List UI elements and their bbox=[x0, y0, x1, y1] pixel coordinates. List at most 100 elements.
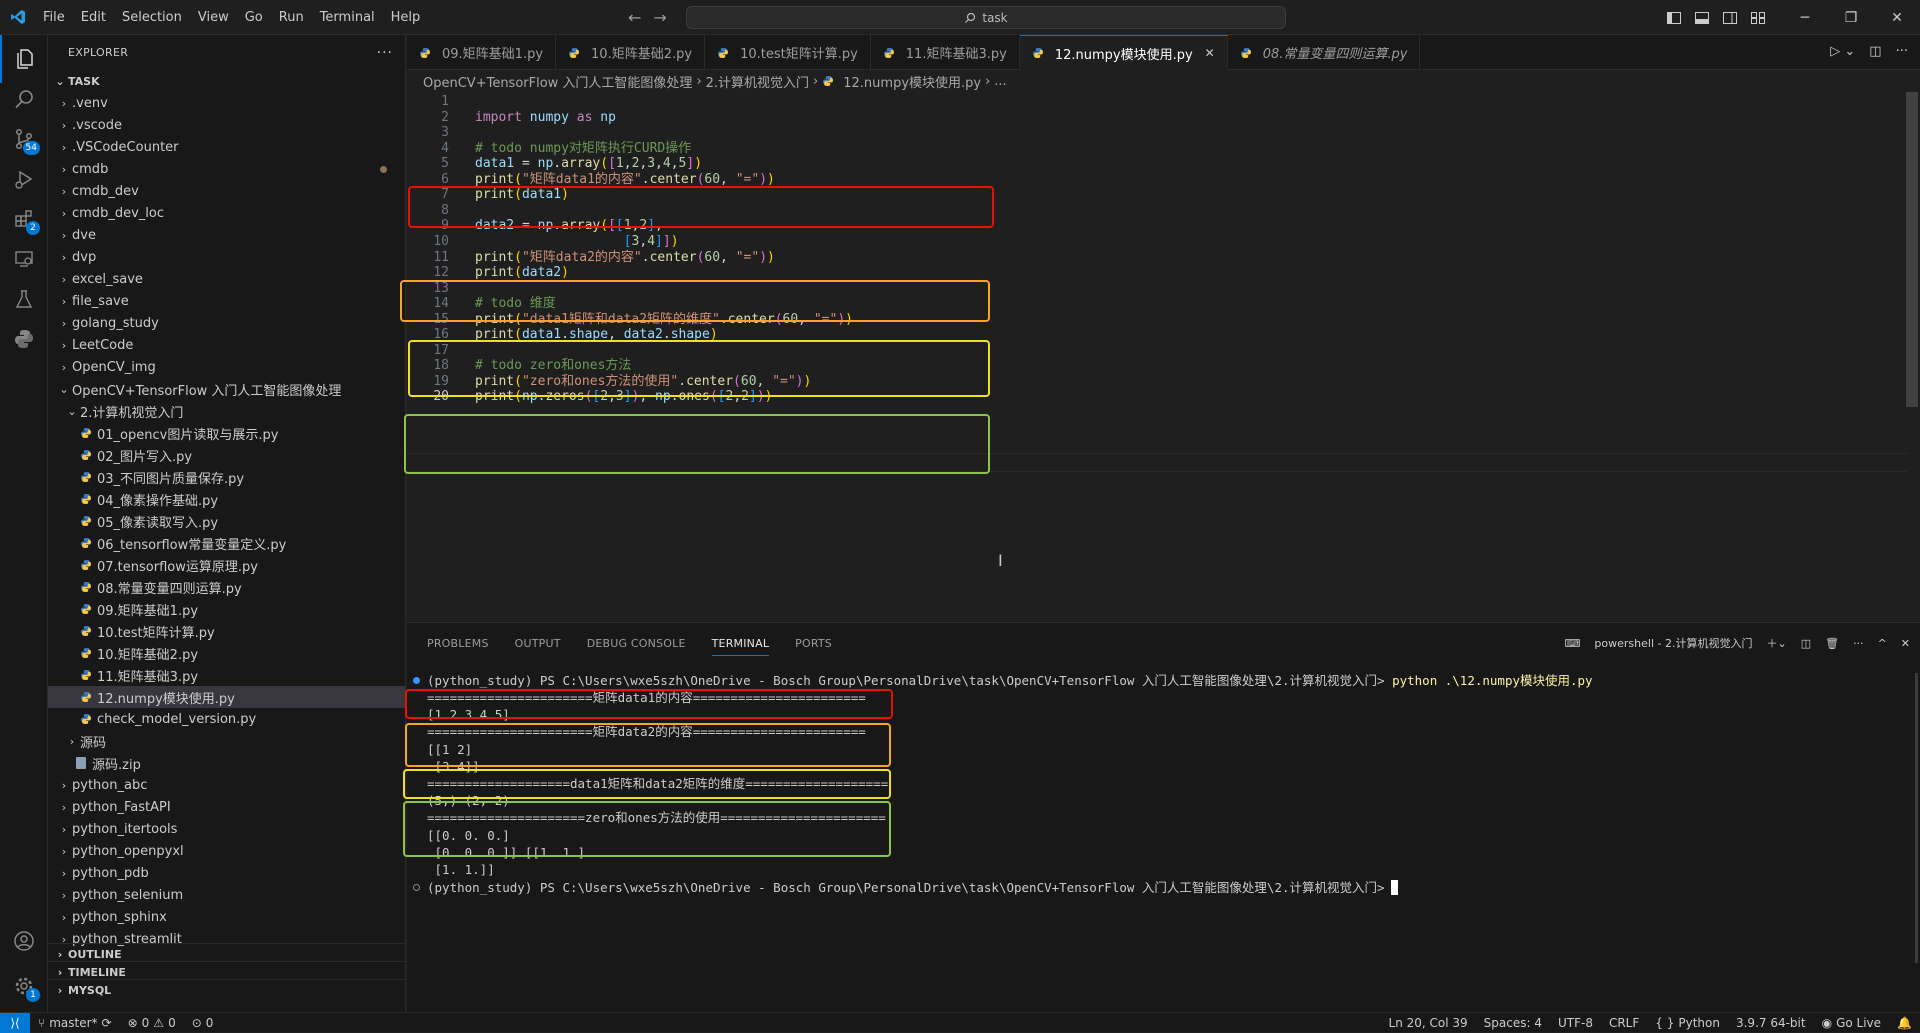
folder-item[interactable]: › dvp bbox=[48, 246, 405, 268]
menu-go[interactable]: Go bbox=[237, 0, 271, 35]
notifications-bell-icon[interactable]: 🔔 bbox=[1889, 1016, 1920, 1030]
folder-item[interactable]: › cmdb_dev bbox=[48, 180, 405, 202]
file-item[interactable]: 02_图片写入.py bbox=[48, 444, 405, 466]
more-actions-icon[interactable]: ··· bbox=[377, 45, 393, 61]
file-item[interactable]: 08.常量变量四则运算.py bbox=[48, 576, 405, 598]
folder-item[interactable]: › dve bbox=[48, 224, 405, 246]
account-icon[interactable] bbox=[0, 917, 48, 965]
file-item[interactable]: 03_不同图片质量保存.py bbox=[48, 466, 405, 488]
run-python-file-icon[interactable]: ▷ ⌄ bbox=[1830, 44, 1855, 59]
folder-item[interactable]: › LeetCode bbox=[48, 334, 405, 356]
folder-item[interactable]: › .VSCodeCounter bbox=[48, 136, 405, 158]
editor-tab[interactable]: 10.矩阵基础2.py bbox=[556, 35, 706, 70]
cursor-position[interactable]: Ln 20, Col 39 bbox=[1381, 1016, 1476, 1030]
folder-item[interactable]: › cmdb bbox=[48, 158, 405, 180]
restore-icon[interactable]: ❐ bbox=[1828, 0, 1874, 35]
editor-tab[interactable]: 08.常量变量四则运算.py bbox=[1228, 35, 1421, 70]
folder-item[interactable]: › python_pdb bbox=[48, 862, 405, 884]
ports-indicator[interactable]: ⊙ 0 bbox=[184, 1016, 222, 1030]
problems-indicator[interactable]: ⊗ 0 ⚠ 0 bbox=[120, 1016, 184, 1030]
close-window-icon[interactable]: ✕ bbox=[1874, 0, 1920, 35]
kill-terminal-icon[interactable]: 🗑 bbox=[1825, 637, 1839, 650]
file-item[interactable]: 12.numpy模块使用.py bbox=[48, 686, 405, 708]
folder-item[interactable]: › cmdb_dev_loc bbox=[48, 202, 405, 224]
terminal-scrollbar[interactable] bbox=[1915, 673, 1918, 963]
folder-item[interactable]: › python_FastAPI bbox=[48, 796, 405, 818]
editor-scrollbar[interactable] bbox=[1906, 92, 1918, 407]
remote-indicator-icon[interactable]: ⟩⟨ bbox=[0, 1012, 30, 1033]
maximize-panel-icon[interactable]: ^ bbox=[1878, 637, 1887, 650]
file-item[interactable]: 06_tensorflow常量变量定义.py bbox=[48, 532, 405, 554]
breadcrumb-item[interactable]: 12.numpy模块使用.py bbox=[843, 72, 981, 91]
file-item[interactable]: 01_opencv图片读取与展示.py bbox=[48, 422, 405, 444]
file-item[interactable]: 09.矩阵基础1.py bbox=[48, 598, 405, 620]
editor-tab[interactable]: 12.numpy模块使用.py ✕ bbox=[1019, 35, 1228, 70]
line-ending[interactable]: CRLF bbox=[1601, 1016, 1647, 1030]
menu-run[interactable]: Run bbox=[271, 0, 312, 35]
file-item[interactable]: 07.tensorflow运算原理.py bbox=[48, 554, 405, 576]
folder-item[interactable]: › python_abc bbox=[48, 774, 405, 796]
panel-tab-problems[interactable]: PROBLEMS bbox=[427, 637, 489, 650]
folder-item[interactable]: › python_itertools bbox=[48, 818, 405, 840]
python-interpreter[interactable]: 3.9.7 64-bit bbox=[1728, 1016, 1814, 1030]
file-item[interactable]: 源码.zip bbox=[48, 752, 405, 774]
folder-item[interactable]: › excel_save bbox=[48, 268, 405, 290]
editor-tab[interactable]: 11.矩阵基础3.py bbox=[871, 35, 1020, 70]
git-branch[interactable]: ⑂ master* ⟳ bbox=[30, 1016, 120, 1030]
panel-tab-debug-console[interactable]: DEBUG CONSOLE bbox=[587, 637, 686, 650]
minimize-icon[interactable]: ─ bbox=[1782, 0, 1828, 35]
split-terminal-icon[interactable]: ◫ bbox=[1801, 637, 1811, 650]
toggle-panel-icon[interactable] bbox=[1690, 0, 1714, 35]
folder-item[interactable]: › python_selenium bbox=[48, 884, 405, 906]
folder-item[interactable]: › file_save bbox=[48, 290, 405, 312]
folder-item[interactable]: › .venv bbox=[48, 92, 405, 114]
indentation[interactable]: Spaces: 4 bbox=[1476, 1016, 1550, 1030]
more-actions-icon[interactable]: ··· bbox=[1853, 637, 1864, 650]
breadcrumb-item[interactable]: ... bbox=[994, 74, 1006, 89]
folder-item[interactable]: ⌄ 2.计算机视觉入门 bbox=[48, 400, 405, 422]
menu-help[interactable]: Help bbox=[383, 0, 429, 35]
command-center-search[interactable]: task bbox=[686, 6, 1286, 29]
folder-item[interactable]: ⌄ OpenCV+TensorFlow 入门人工智能图像处理 bbox=[48, 378, 405, 400]
go-live[interactable]: ◉ Go Live bbox=[1814, 1016, 1889, 1030]
mysql-section[interactable]: › MYSQL bbox=[48, 979, 406, 1001]
folder-item[interactable]: › 源码 bbox=[48, 730, 405, 752]
back-arrow-icon[interactable]: ← bbox=[628, 8, 641, 27]
folder-item[interactable]: › python_openpyxl bbox=[48, 840, 405, 862]
new-terminal-icon[interactable]: ＋⌄ bbox=[1766, 635, 1786, 651]
folder-item[interactable]: › .vscode bbox=[48, 114, 405, 136]
toggle-secondary-sidebar-icon[interactable] bbox=[1718, 0, 1742, 35]
panel-tab-output[interactable]: OUTPUT bbox=[515, 637, 561, 650]
settings-gear-icon[interactable]: 1 bbox=[0, 962, 48, 1010]
folder-item[interactable]: › golang_study bbox=[48, 312, 405, 334]
toggle-sidebar-icon[interactable] bbox=[1662, 0, 1686, 35]
panel-tab-terminal[interactable]: TERMINAL bbox=[711, 637, 770, 656]
editor-tab[interactable]: 10.test矩阵计算.py bbox=[705, 35, 871, 70]
close-tab-icon[interactable]: ✕ bbox=[1205, 46, 1215, 60]
more-actions-icon[interactable]: ··· bbox=[1896, 44, 1908, 59]
file-item[interactable]: 11.矩阵基础3.py bbox=[48, 664, 405, 686]
workspace-root[interactable]: ⌄ TASK bbox=[48, 70, 405, 92]
menu-edit[interactable]: Edit bbox=[73, 0, 114, 35]
file-item[interactable]: check_model_version.py bbox=[48, 708, 405, 730]
forward-arrow-icon[interactable]: → bbox=[653, 8, 666, 27]
file-item[interactable]: 10.test矩阵计算.py bbox=[48, 620, 405, 642]
customize-layout-icon[interactable] bbox=[1746, 0, 1770, 35]
editor-tab[interactable]: 09.矩阵基础1.py bbox=[407, 35, 557, 70]
menu-terminal[interactable]: Terminal bbox=[312, 0, 383, 35]
panel-tab-ports[interactable]: PORTS bbox=[795, 637, 832, 650]
encoding[interactable]: UTF-8 bbox=[1550, 1016, 1601, 1030]
python-icon[interactable] bbox=[0, 315, 48, 363]
terminal-name[interactable]: powershell - 2.计算机视觉入门 bbox=[1594, 635, 1752, 651]
menu-view[interactable]: View bbox=[190, 0, 237, 35]
menu-selection[interactable]: Selection bbox=[114, 0, 190, 35]
breadcrumb-item[interactable]: 2.计算机视觉入门 bbox=[706, 72, 809, 91]
menu-file[interactable]: File bbox=[35, 0, 73, 35]
folder-item[interactable]: › python_sphinx bbox=[48, 906, 405, 928]
close-panel-icon[interactable]: ✕ bbox=[1901, 637, 1910, 650]
language-mode[interactable]: { } Python bbox=[1647, 1016, 1728, 1030]
split-editor-icon[interactable]: ◫ bbox=[1869, 44, 1881, 59]
file-item[interactable]: 04_像素操作基础.py bbox=[48, 488, 405, 510]
breadcrumb-item[interactable]: OpenCV+TensorFlow 入门人工智能图像处理 bbox=[423, 72, 692, 91]
file-item[interactable]: 10.矩阵基础2.py bbox=[48, 642, 405, 664]
